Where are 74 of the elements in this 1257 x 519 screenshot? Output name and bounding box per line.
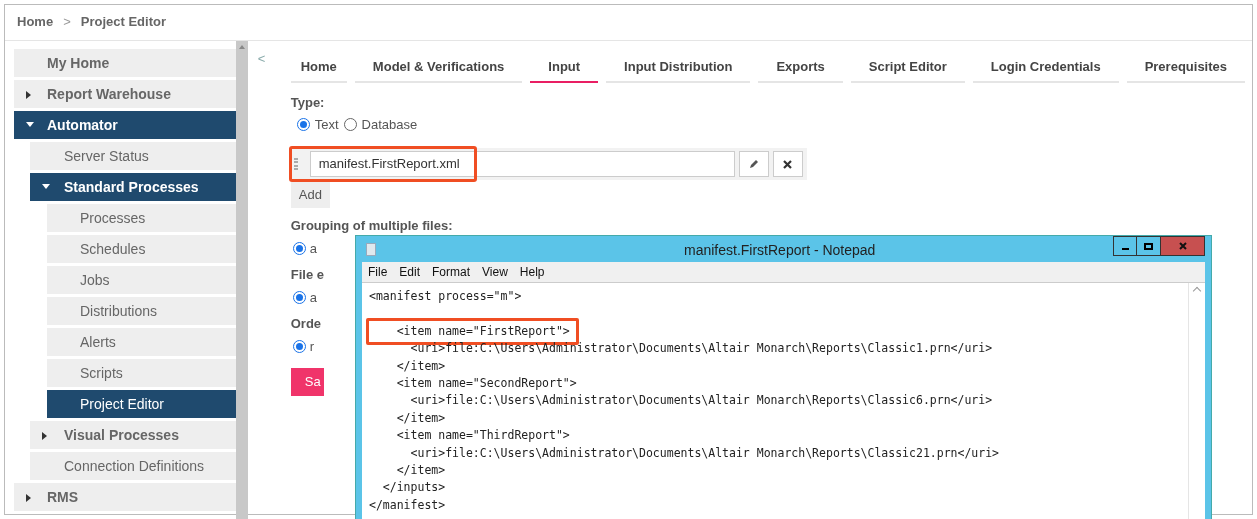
radio-label: Database xyxy=(361,115,418,134)
radio-label: a xyxy=(309,288,317,307)
save-button[interactable]: Sa xyxy=(290,368,324,396)
sidebar-item[interactable]: Alerts xyxy=(47,328,236,356)
sidebar-item[interactable]: Server Status xyxy=(30,142,236,170)
menu-item[interactable]: View xyxy=(482,263,508,281)
drag-handle-icon[interactable] xyxy=(293,158,298,170)
radio-button[interactable] xyxy=(296,117,310,131)
breadcrumb-current: Project Editor xyxy=(80,12,166,31)
code-line: </item> xyxy=(395,358,446,373)
menu-item[interactable]: Edit xyxy=(399,263,421,281)
minimize-icon xyxy=(1121,247,1129,250)
tab[interactable]: Script Editor xyxy=(850,53,965,83)
tab[interactable]: Input Distribution xyxy=(606,53,751,83)
tab[interactable]: Prerequisites xyxy=(1126,53,1245,83)
maximize-icon xyxy=(1144,242,1153,250)
field-label: Orde xyxy=(290,315,322,333)
radio-label: r xyxy=(309,337,315,356)
radio-label: Text xyxy=(314,115,339,134)
code-line: </inputs> xyxy=(381,480,446,495)
radio-button[interactable] xyxy=(343,117,357,131)
sidebar-item[interactable]: Jobs xyxy=(47,266,236,294)
caret-right-icon xyxy=(26,91,31,99)
close-button[interactable] xyxy=(1161,236,1205,256)
code-line: </item> xyxy=(395,410,446,425)
breadcrumb-separator: > xyxy=(63,12,71,31)
sidebar-item[interactable]: My Home xyxy=(14,49,236,77)
code-line: </manifest> xyxy=(369,497,446,512)
close-icon xyxy=(783,159,793,169)
caret-down-icon xyxy=(42,184,50,189)
minimize-button[interactable] xyxy=(1113,236,1137,256)
code-line: <manifest process="m"> xyxy=(369,289,522,303)
sidebar-item[interactable]: Schedules xyxy=(47,235,236,263)
add-button[interactable]: Add xyxy=(290,182,330,208)
tab[interactable]: Exports xyxy=(758,53,843,83)
pencil-icon xyxy=(748,159,759,169)
code-line: <uri>file:C:\Users\Administrator\Documents\Altair Monarch\Reports\Classic6.prn</uri> xyxy=(409,393,993,408)
code-line: </item> xyxy=(395,462,446,477)
notepad-icon xyxy=(366,242,376,256)
tab[interactable]: Home xyxy=(290,53,347,83)
menu-item[interactable]: Help xyxy=(519,263,545,281)
menu-item[interactable]: File xyxy=(368,263,388,281)
caret-right-icon xyxy=(26,494,31,502)
breadcrumb-link[interactable]: Home xyxy=(17,11,54,32)
sidebar-item[interactable]: RMS xyxy=(14,483,236,511)
sidebar-item[interactable]: Standard Processes xyxy=(30,173,236,201)
radio-button[interactable] xyxy=(292,241,306,255)
sidebar-item[interactable]: Project Editor xyxy=(47,390,236,418)
field-label: Grouping of multiple files: xyxy=(290,217,453,235)
field-label: File e xyxy=(290,266,324,284)
code-line: <item name="ThirdReport"> xyxy=(395,428,570,443)
remove-button[interactable] xyxy=(772,151,803,177)
code-line: <item name="SecondReport"> xyxy=(395,375,577,390)
window-title: manifest.FirstReport - Notepad xyxy=(684,241,876,260)
sidebar-item[interactable]: Scripts xyxy=(47,359,236,387)
sidebar-item[interactable]: Distributions xyxy=(47,297,236,325)
code-line: <uri>file:C:\Users\Administrator\Documents\Altair Monarch\Reports\Classic21.prn</uri> xyxy=(409,445,1000,460)
radio-label: a xyxy=(309,239,317,258)
sidebar-item[interactable]: Connection Definitions xyxy=(30,452,236,480)
radio-button[interactable] xyxy=(292,290,306,304)
sidebar-item[interactable]: Processes xyxy=(47,204,236,232)
tab[interactable]: Login Credentials xyxy=(972,53,1119,83)
sidebar-item[interactable]: Report Warehouse xyxy=(14,80,236,108)
menu-item[interactable]: Format xyxy=(432,263,471,281)
tab[interactable]: Input xyxy=(530,53,599,83)
field-label: Type: xyxy=(290,94,326,112)
sidebar-item[interactable]: Automator xyxy=(14,111,236,139)
tab[interactable]: Model & Verifications xyxy=(354,53,523,83)
file-name-field[interactable]: manifest.FirstReport.xml xyxy=(309,151,735,177)
caret-down-icon xyxy=(26,122,34,127)
radio-button[interactable] xyxy=(292,339,306,353)
sidebar-item[interactable]: Visual Processes xyxy=(30,421,236,449)
close-icon xyxy=(1178,242,1187,250)
caret-right-icon xyxy=(42,432,47,440)
